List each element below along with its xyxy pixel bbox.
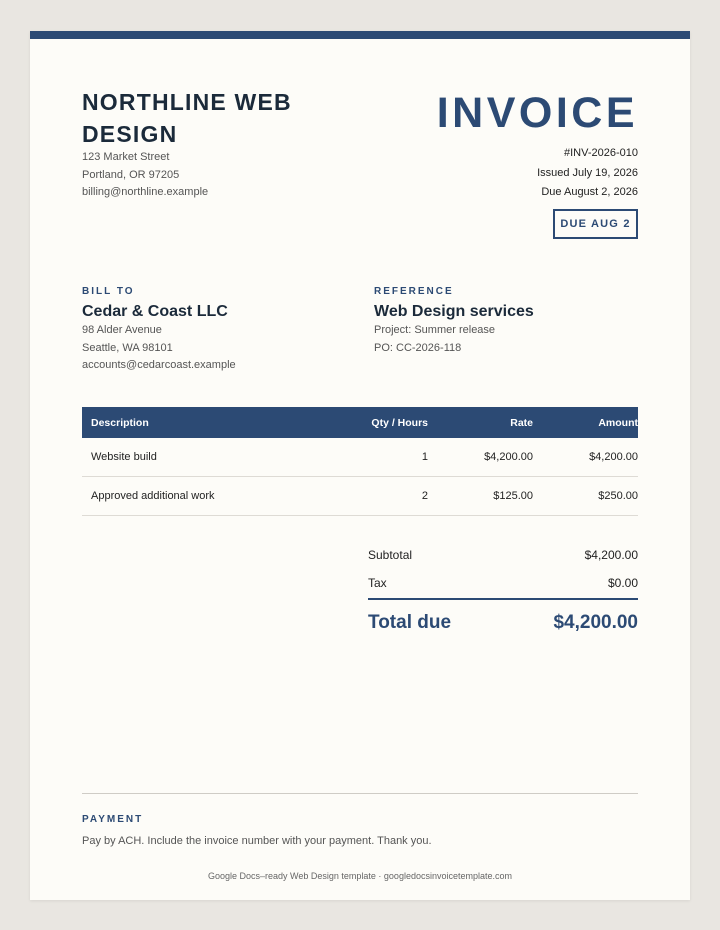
due-badge: DUE AUG 2 xyxy=(553,209,638,239)
payment-divider xyxy=(82,793,638,794)
reference-project: Project: Summer release xyxy=(374,324,496,336)
total-due-row: Total due $4,200.00 xyxy=(368,600,638,646)
header-rate: Rate xyxy=(510,416,533,429)
payment-label: PAYMENT xyxy=(82,814,144,825)
company-email: billing@northline.example xyxy=(82,186,209,198)
client-email: accounts@cedarcoast.example xyxy=(82,359,236,371)
header-description: Description xyxy=(91,416,149,429)
tax-value: $0.00 xyxy=(607,576,638,590)
bill-to-label: BILL TO xyxy=(82,286,135,297)
item-description: Approved additional work xyxy=(91,490,215,502)
company-name: NORTHLINE WEB DESIGN xyxy=(82,89,292,147)
item-qty: 2 xyxy=(421,490,428,502)
client-name: Cedar & Coast LLC xyxy=(82,303,228,320)
item-description: Website build xyxy=(91,451,157,463)
item-rate: $4,200.00 xyxy=(484,451,533,463)
item-amount: $250.00 xyxy=(598,490,638,502)
invoice-meta: #INV-2026-010 Issued July 19, 2026 Due A… xyxy=(537,144,638,203)
company-address-line1: 123 Market Street xyxy=(82,151,170,163)
table-header: Description Qty / Hours Rate Amount xyxy=(82,407,638,438)
company-info: 123 Market Street Portland, OR 97205 bil… xyxy=(82,149,208,202)
item-qty: 1 xyxy=(421,451,428,463)
totals-section: Subtotal $4,200.00 Tax $0.00 Total due $… xyxy=(368,541,638,646)
invoice-page: NORTHLINE WEB DESIGN 123 Market Street P… xyxy=(30,31,690,900)
line-items-table: Description Qty / Hours Rate Amount Webs… xyxy=(82,407,638,516)
invoice-due-date: Due August 2, 2026 xyxy=(541,186,638,198)
table-row: Approved additional work 2 $125.00 $250.… xyxy=(82,477,638,516)
client-address-line2: Seattle, WA 98101 xyxy=(82,341,173,354)
total-due-label: Total due xyxy=(368,612,452,633)
company-address-line2: Portland, OR 97205 xyxy=(82,168,180,181)
reference-po: PO: CC-2026-118 xyxy=(374,341,462,354)
item-rate: $125.00 xyxy=(493,490,533,502)
footer-credit: Google Docs–ready Web Design template · … xyxy=(208,871,512,881)
table-row: Website build 1 $4,200.00 $4,200.00 xyxy=(82,438,638,477)
tax-label: Tax xyxy=(368,576,387,590)
total-due-value: $4,200.00 xyxy=(553,612,638,633)
invoice-title: INVOICE xyxy=(436,89,638,137)
subtotal-value: $4,200.00 xyxy=(584,548,638,562)
bill-to-section: BILL TO Cedar & Coast LLC 98 Alder Avenu… xyxy=(82,286,236,375)
reference-section: REFERENCE Web Design services Project: S… xyxy=(374,286,534,357)
subtotal-row: Subtotal $4,200.00 xyxy=(368,541,638,569)
invoice-issued-date: Issued July 19, 2026 xyxy=(537,166,638,179)
tax-row: Tax $0.00 xyxy=(368,569,638,597)
reference-label: REFERENCE xyxy=(374,286,454,297)
invoice-number: #INV-2026-010 xyxy=(564,147,638,159)
client-address-line1: 98 Alder Avenue xyxy=(82,324,162,336)
top-accent-bar xyxy=(30,31,690,39)
payment-note: Pay by ACH. Include the invoice number w… xyxy=(82,835,432,847)
item-amount: $4,200.00 xyxy=(589,451,638,463)
payment-section: PAYMENT Pay by ACH. Include the invoice … xyxy=(82,814,432,847)
header-qty-hours: Qty / Hours xyxy=(371,416,428,429)
reference-title: Web Design services xyxy=(374,303,534,320)
subtotal-label: Subtotal xyxy=(368,548,413,562)
header-amount: Amount xyxy=(598,416,638,429)
